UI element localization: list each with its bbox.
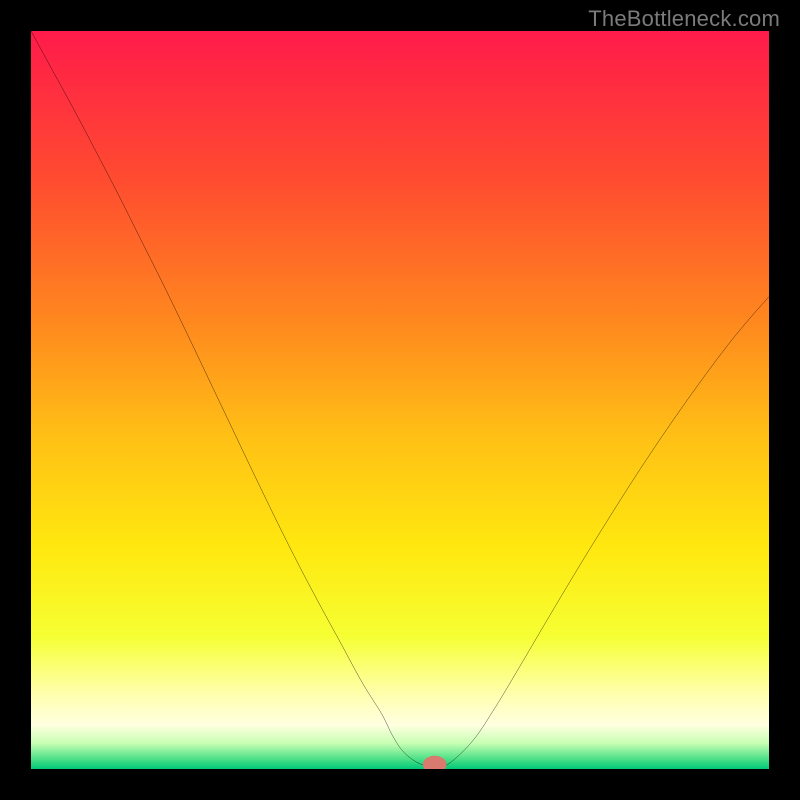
watermark-text: TheBottleneck.com xyxy=(588,6,780,32)
chart-svg xyxy=(31,31,769,769)
chart-frame: TheBottleneck.com xyxy=(0,0,800,800)
plot-area xyxy=(31,31,769,769)
gradient-background xyxy=(31,31,769,769)
